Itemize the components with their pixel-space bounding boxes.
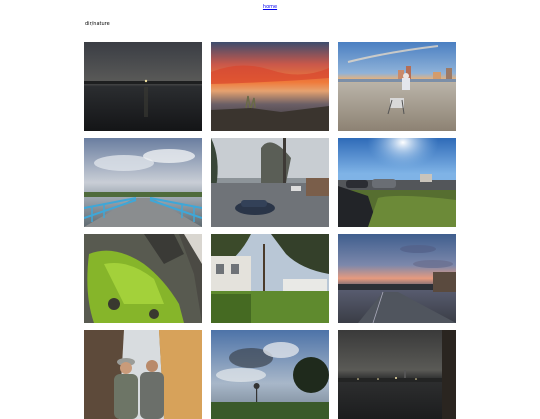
photo-mossy-rocks[interactable] [84, 234, 202, 323]
photo-bay-dusk[interactable] [84, 42, 202, 131]
photo-parking-street[interactable] [211, 138, 329, 227]
photo-waterfall-friends[interactable] [84, 330, 202, 419]
directory-path: dir/nature [85, 21, 110, 27]
photo-twilight-street[interactable] [338, 234, 456, 323]
photo-sunset-shore[interactable] [211, 42, 329, 131]
photo-beach-city[interactable] [338, 42, 456, 131]
photo-house-yard[interactable] [211, 234, 329, 323]
photo-sunny-parking[interactable] [338, 138, 456, 227]
home-link[interactable]: home [0, 4, 540, 10]
photo-night-harbor[interactable] [338, 330, 456, 419]
photo-cloudy-park[interactable] [211, 330, 329, 419]
photo-bridge-clouds[interactable] [84, 138, 202, 227]
photo-grid [84, 42, 456, 419]
